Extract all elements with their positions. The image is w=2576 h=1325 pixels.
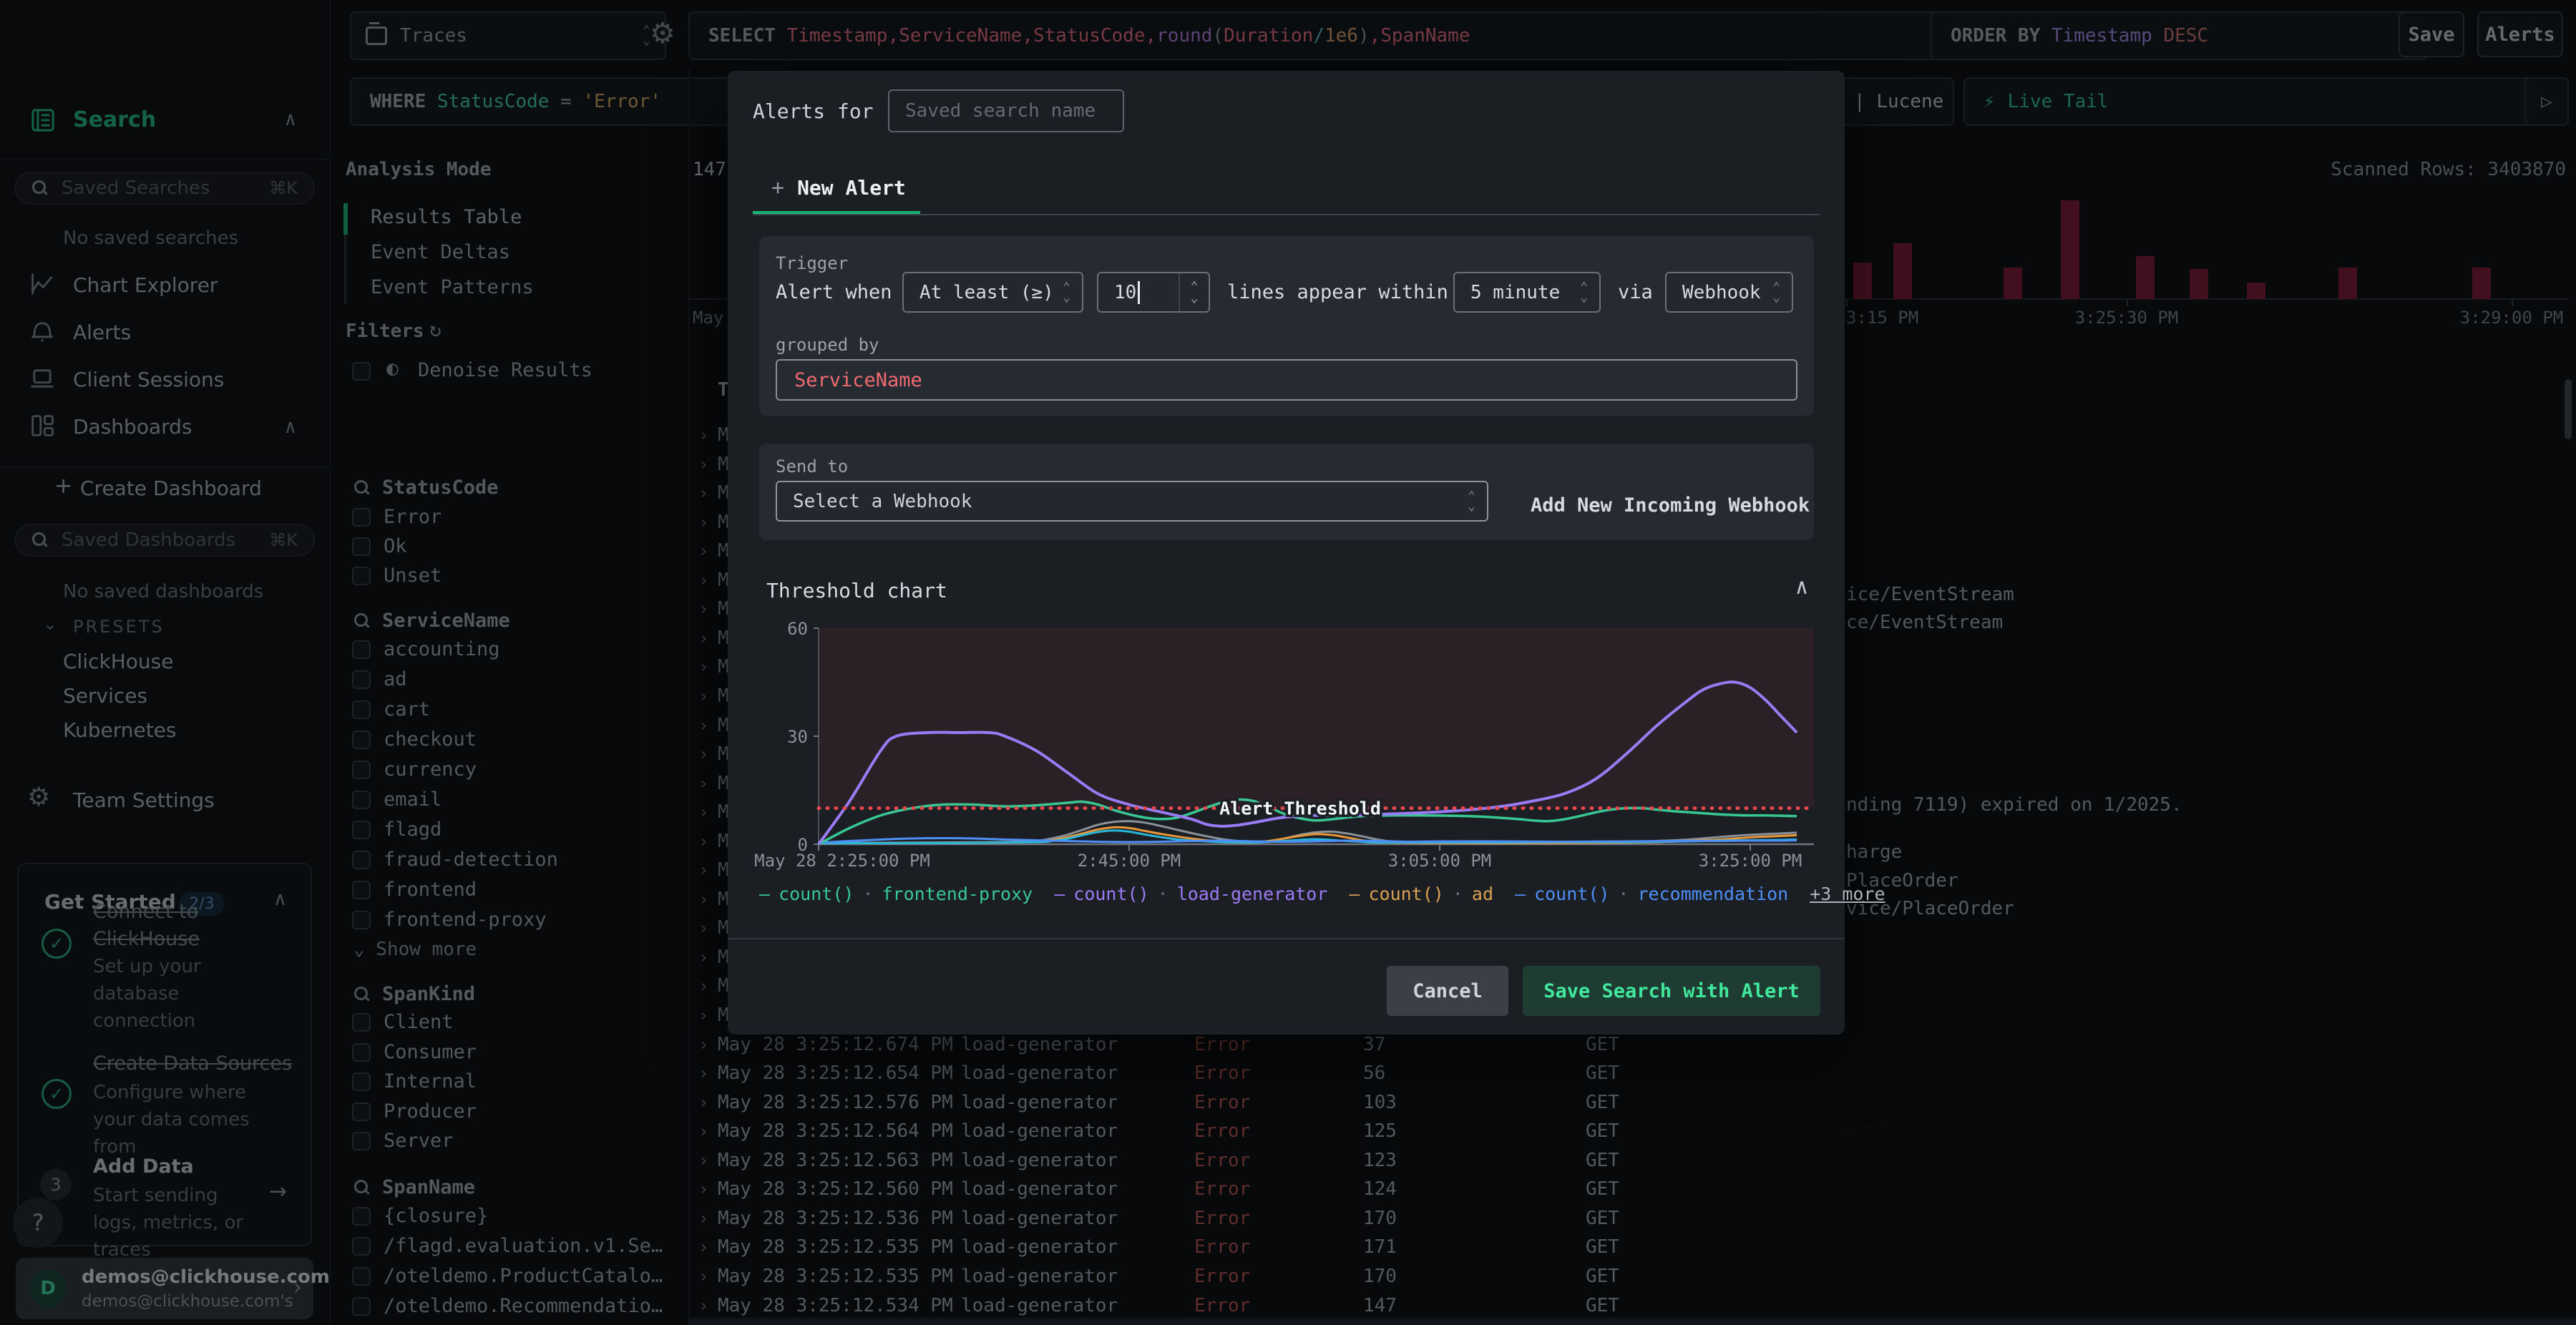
send-to-section: Send to Select a Webhook ⌃ ⌄ Add New Inco…: [759, 444, 1814, 540]
legend-item[interactable]: — count() · recommendation: [1515, 884, 1788, 904]
tab-divider: [753, 214, 1820, 215]
text-cursor: [1138, 280, 1141, 304]
add-webhook-button[interactable]: Add New Incoming Webhook: [1531, 494, 1810, 517]
chevron-updown-icon: ⌃ ⌄: [1580, 279, 1588, 305]
hyperdx-app: ⚡ HyperDX Traces ⌃⌄ ⚙ SELECT Timestamp,S…: [0, 0, 2576, 1325]
chart-legend: — count() · frontend-proxy — count() · load-gen…: [759, 884, 1885, 904]
number-stepper[interactable]: ⌃ ⌄: [1179, 273, 1209, 311]
time-window-select[interactable]: 5 minute ⌃ ⌄: [1453, 272, 1601, 313]
lines-within-label: lines appear within: [1227, 281, 1448, 303]
trigger-section: Trigger Alert when At least (≥) ⌃ ⌄ 10 ⌃ ⌄…: [759, 236, 1814, 416]
chevron-updown-icon: ⌃ ⌄: [1468, 488, 1475, 514]
alert-when-label: Alert when: [776, 281, 892, 303]
tab-new-alert[interactable]: + New Alert: [771, 175, 906, 200]
svg-text:May 28 2:25:00 PM: May 28 2:25:00 PM: [754, 851, 930, 871]
time-window-value: 5 minute: [1470, 281, 1561, 303]
channel-select-value: Webhook: [1682, 281, 1761, 303]
svg-text:3:25:00 PM: 3:25:00 PM: [1699, 851, 1802, 871]
plus-icon: +: [771, 175, 785, 200]
svg-text:2:45:00 PM: 2:45:00 PM: [1078, 851, 1181, 871]
footer-divider: [728, 938, 1845, 939]
grouped-by-value: ServiceName: [794, 368, 922, 391]
webhook-select[interactable]: Select a Webhook ⌃ ⌄: [776, 481, 1488, 522]
channel-select[interactable]: Webhook ⌃ ⌄: [1665, 272, 1793, 313]
trigger-label: Trigger: [776, 253, 849, 273]
via-label: via: [1618, 281, 1653, 303]
chevron-updown-icon: ⌃ ⌄: [1063, 279, 1070, 305]
grouped-by-input[interactable]: ServiceName: [776, 359, 1797, 401]
saved-search-name-input[interactable]: [888, 89, 1124, 132]
legend-more-link[interactable]: +3 more: [1810, 884, 1885, 904]
condition-select-value: At least (≥): [919, 281, 1054, 303]
legend-item[interactable]: — count() · load-generator: [1054, 884, 1327, 904]
svg-text:60: 60: [787, 619, 808, 639]
threshold-count-input[interactable]: 10 ⌃ ⌄: [1097, 272, 1210, 313]
svg-text:3:05:00 PM: 3:05:00 PM: [1388, 851, 1492, 871]
new-alert-tab-label: New Alert: [797, 176, 906, 200]
webhook-select-value: Select a Webhook: [793, 490, 972, 512]
svg-text:30: 30: [787, 727, 808, 747]
chevron-updown-icon: ⌃ ⌄: [1772, 279, 1780, 305]
condition-select[interactable]: At least (≥) ⌃ ⌄: [902, 272, 1083, 313]
legend-item[interactable]: — count() · frontend-proxy: [759, 884, 1033, 904]
save-search-with-alert-button[interactable]: Save Search with Alert: [1523, 966, 1820, 1016]
grouped-by-label: grouped by: [776, 335, 879, 355]
cancel-button[interactable]: Cancel: [1387, 966, 1508, 1016]
threshold-count-value: 10: [1114, 281, 1137, 303]
legend-item[interactable]: — count() · ad: [1349, 884, 1493, 904]
threshold-chart-title: Threshold chart: [766, 579, 947, 602]
create-alert-modal: Alerts for + New Alert Trigger Alert whe…: [728, 71, 1885, 1035]
send-to-label: Send to: [776, 456, 849, 476]
alert-threshold-label: Alert Threshold: [1219, 798, 1381, 819]
modal-title: Alerts for: [753, 99, 874, 123]
collapse-chevron-icon[interactable]: ∧: [1795, 575, 1808, 600]
